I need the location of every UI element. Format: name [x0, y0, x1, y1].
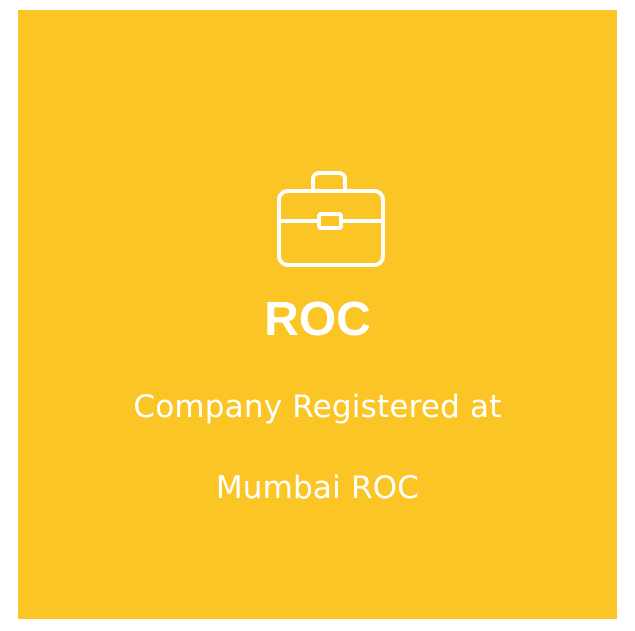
briefcase-icon [273, 161, 389, 271]
roc-info-card: ROC Company Registered at Mumbai ROC [18, 10, 617, 619]
card-title: ROC [264, 293, 371, 346]
card-description-line-1: Company Registered at [133, 389, 502, 425]
card-description-line-2: Mumbai ROC [215, 470, 420, 506]
